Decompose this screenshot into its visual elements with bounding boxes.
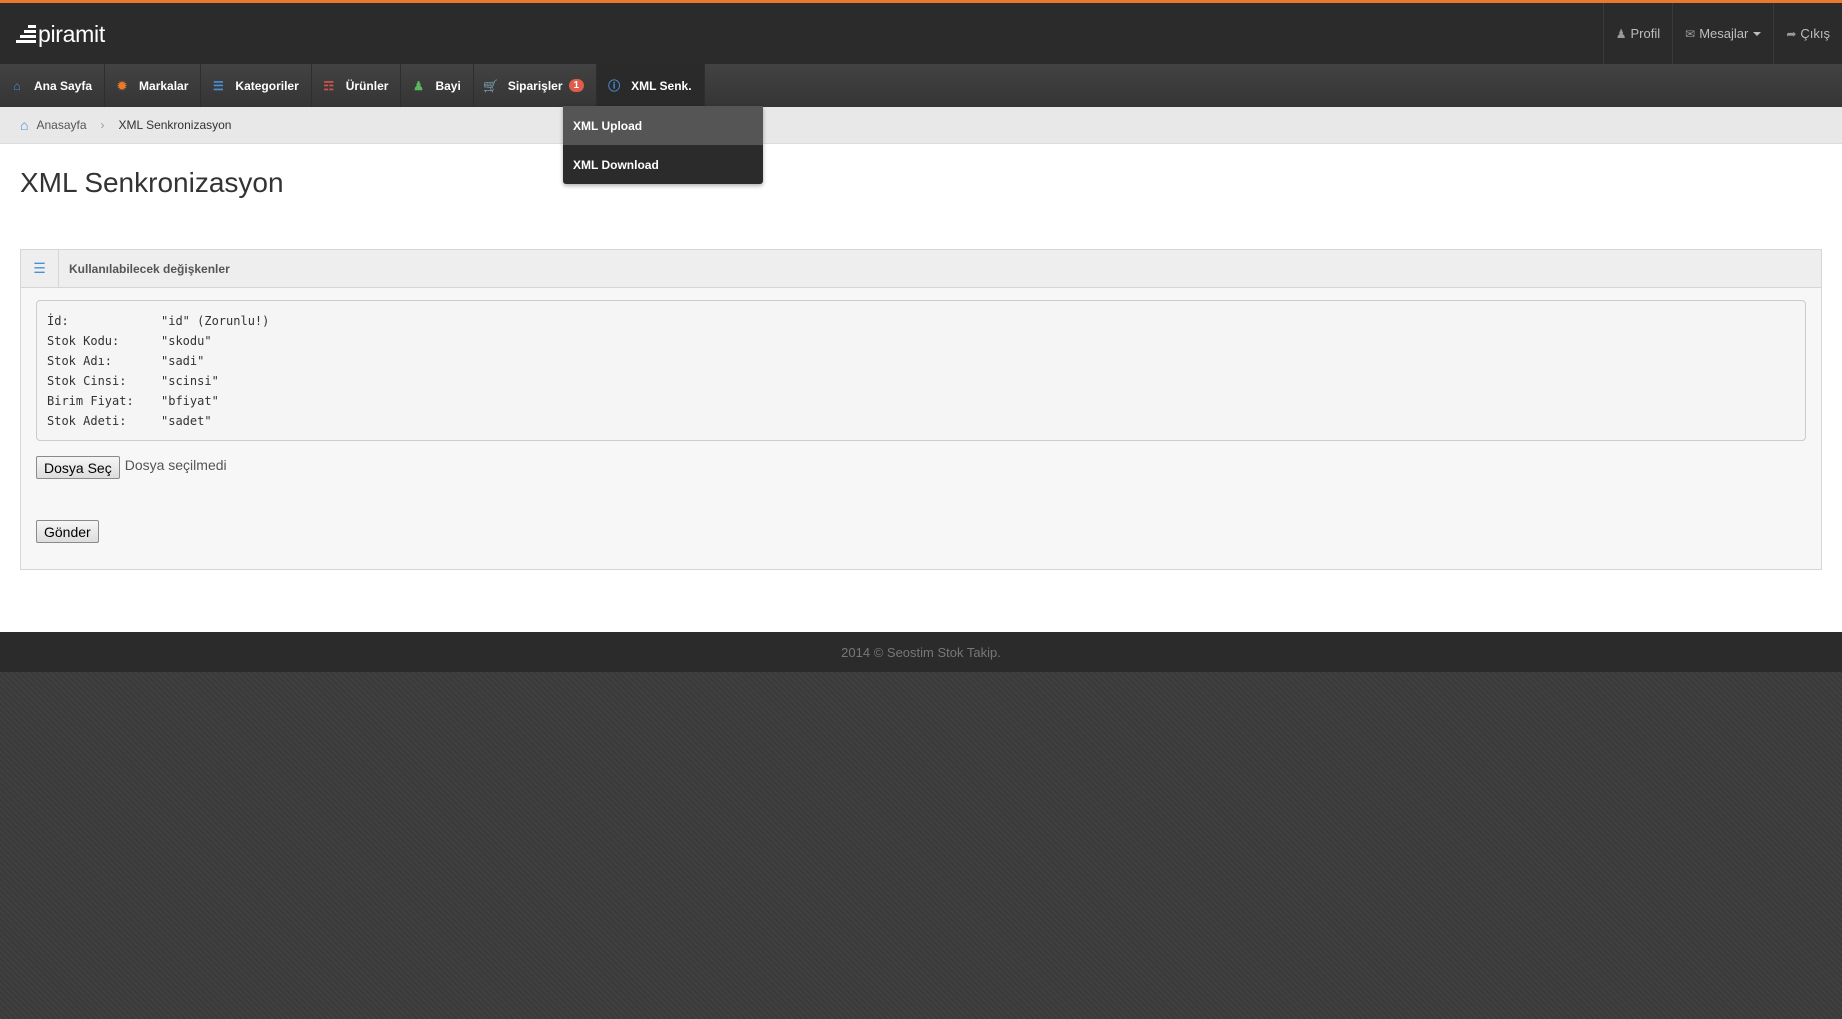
- messages-dropdown[interactable]: ✉ Mesajlar: [1672, 3, 1773, 64]
- menu-item-xml-download[interactable]: XML Download: [563, 145, 763, 184]
- nav-label: Siparişler: [507, 78, 563, 93]
- nav-label: XML Senk.: [631, 78, 692, 93]
- choose-file-button[interactable]: Dosya Seç: [36, 456, 120, 479]
- nav-label: Ana Sayfa: [34, 78, 93, 93]
- home-icon: ⌂: [13, 78, 21, 93]
- share-icon: ➦: [1786, 26, 1797, 41]
- home-icon: ⌂: [20, 117, 29, 133]
- breadcrumb-current: XML Senkronizasyon: [118, 118, 232, 132]
- variable-value: "bfiyat": [161, 394, 219, 408]
- page-title: XML Senkronizasyon: [20, 167, 284, 198]
- variable-row: Stok Adeti: "sadet": [47, 411, 1795, 431]
- sun-icon: ✹: [117, 78, 128, 93]
- variable-row: İd: "id" (Zorunlu!): [47, 311, 1795, 331]
- nav-label: Ürünler: [345, 78, 389, 93]
- nav-label: Bayi: [435, 78, 461, 93]
- list-icon: ☰: [21, 250, 59, 287]
- submit-row: Gönder: [36, 520, 99, 543]
- variable-row: Birim Fiyat: "bfiyat": [47, 391, 1795, 411]
- submit-button[interactable]: Gönder: [36, 520, 99, 543]
- nav-item-urunler[interactable]: ☶ Ürünler: [312, 64, 402, 107]
- variable-row: Stok Kodu: "skodu": [47, 331, 1795, 351]
- variable-key: Birim Fiyat:: [47, 394, 134, 408]
- variable-value: "skodu": [161, 334, 212, 348]
- nav-item-ana-sayfa[interactable]: ⌂ Ana Sayfa: [0, 64, 106, 107]
- profile-link[interactable]: ♟ Profil: [1602, 3, 1672, 64]
- user-icon: ♟: [1615, 26, 1627, 41]
- footer: 2014 © Seostim Stok Takip.: [0, 632, 1842, 672]
- cart-icon: 🛒: [483, 78, 499, 93]
- user-icon: ♟: [413, 78, 424, 93]
- chevron-down-icon: [1753, 31, 1762, 36]
- breadcrumb-home-link[interactable]: Anasayfa: [36, 118, 86, 132]
- variable-row: Stok Adı: "sadi": [47, 351, 1795, 371]
- logo-icon: [16, 25, 36, 43]
- nav-label: Markalar: [139, 78, 189, 93]
- chevron-right-icon: ›: [100, 118, 105, 132]
- xml-dropdown-menu: XML Upload XML Download: [563, 106, 763, 184]
- variable-value: "scinsi": [161, 374, 219, 388]
- orders-count-badge: 1: [568, 79, 585, 92]
- nav-item-kategoriler[interactable]: ☰ Kategoriler: [201, 64, 312, 107]
- menu-item-xml-upload[interactable]: XML Upload: [563, 106, 763, 145]
- envelope-icon: ✉: [1685, 26, 1696, 41]
- messages-label: Mesajlar: [1699, 26, 1749, 41]
- variable-key: Stok Adeti:: [47, 414, 127, 428]
- main-content: XML Senkronizasyon ☰ Kullanılabilecek de…: [0, 144, 1842, 632]
- list-icon: ☰: [213, 78, 224, 93]
- profile-label: Profil: [1630, 26, 1661, 41]
- panel-header: ☰ Kullanılabilecek değişkenler: [21, 250, 1821, 288]
- variable-key: Stok Adı:: [47, 354, 113, 368]
- logout-label: Çıkış: [1800, 26, 1830, 41]
- panel-title: Kullanılabilecek değişkenler: [69, 261, 230, 276]
- variable-key: Stok Cinsi:: [47, 374, 127, 388]
- logo-text: piramit: [38, 20, 105, 47]
- nav-label: Kategoriler: [235, 78, 299, 93]
- variable-value: "sadet": [161, 414, 212, 428]
- breadcrumb: ⌂ Anasayfa › XML Senkronizasyon: [0, 107, 1842, 144]
- columns-icon: ☶: [323, 78, 335, 93]
- variable-row: Stok Cinsi: "scinsi": [47, 371, 1795, 391]
- user-menu: ♟ Profil ✉ Mesajlar ➦ Çıkış: [1602, 3, 1842, 64]
- nav-item-markalar[interactable]: ✹ Markalar: [105, 64, 202, 107]
- main-nav: ⌂ Ana Sayfa ✹ Markalar ☰ Kategoriler ☶ Ü…: [0, 64, 1842, 107]
- logout-link[interactable]: ➦ Çıkış: [1773, 3, 1842, 64]
- variable-value: "id" (Zorunlu!): [161, 314, 270, 328]
- nav-item-bayi[interactable]: ♟ Bayi: [401, 64, 474, 107]
- logo[interactable]: piramit: [16, 19, 105, 49]
- info-icon: ⓘ: [608, 79, 621, 93]
- top-header: piramit ♟ Profil ✉ Mesajlar ➦ Çıkış: [0, 0, 1842, 64]
- variables-code-block: İd: "id" (Zorunlu!) Stok Kodu: "skodu" Sto…: [36, 300, 1806, 441]
- variables-panel: ☰ Kullanılabilecek değişkenler İd: "id" (…: [20, 249, 1822, 570]
- variable-key: İd:: [47, 314, 69, 328]
- file-input: Dosya Seç Dosya seçilmedi: [36, 456, 227, 479]
- variable-key: Stok Kodu:: [47, 334, 120, 348]
- footer-text: 2014 © Seostim Stok Takip.: [841, 644, 1001, 660]
- nav-item-siparisler[interactable]: 🛒 Siparişler 1: [474, 64, 598, 107]
- nav-item-xml-senk[interactable]: ⓘ XML Senk.: [597, 64, 705, 107]
- variable-value: "sadi": [161, 354, 205, 368]
- file-status-text: Dosya seçilmedi: [124, 456, 227, 473]
